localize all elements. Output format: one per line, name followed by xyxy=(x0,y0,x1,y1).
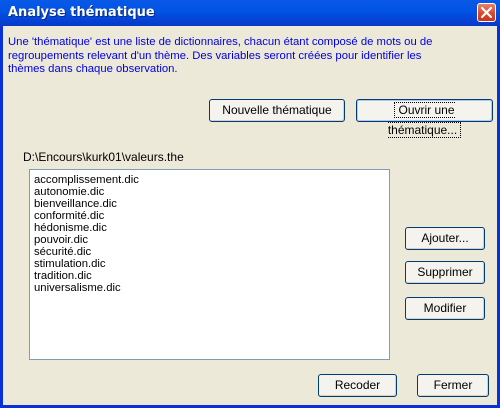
new-theme-button-label: Nouvelle thématique xyxy=(222,103,332,117)
recode-button[interactable]: Recoder xyxy=(318,374,397,397)
delete-button-label: Supprimer xyxy=(417,265,473,279)
list-item[interactable]: accomplissement.dic xyxy=(34,174,139,186)
file-path-label: D:\Encours\kurk01\valeurs.the xyxy=(23,150,184,164)
recode-button-label: Recoder xyxy=(334,378,381,392)
list-item[interactable]: conformité.dic xyxy=(34,210,104,222)
window-title: Analyse thématique xyxy=(8,5,155,20)
close-icon xyxy=(481,7,492,18)
add-button[interactable]: Ajouter... xyxy=(405,227,485,250)
list-item[interactable]: bienveillance.dic xyxy=(34,198,117,210)
open-theme-button-label: Ouvrir une thématique... xyxy=(387,102,462,138)
list-item[interactable]: autonomie.dic xyxy=(34,186,104,198)
open-theme-button[interactable]: Ouvrir une thématique... xyxy=(356,99,493,138)
delete-button[interactable]: Supprimer xyxy=(405,261,485,284)
dictionary-listbox[interactable]: accomplissement.dic autonomie.dic bienve… xyxy=(29,169,390,360)
add-button-label: Ajouter... xyxy=(421,231,469,245)
list-item[interactable]: pouvoir.dic xyxy=(34,234,88,246)
description-text: Une 'thématique' est une liste de dictio… xyxy=(8,36,488,77)
title-bar[interactable]: Analyse thématique xyxy=(0,0,500,26)
list-item[interactable]: tradition.dic xyxy=(34,270,92,282)
description-line: Une 'thématique' est une liste de dictio… xyxy=(8,36,433,48)
list-item[interactable]: hédonisme.dic xyxy=(34,222,107,234)
new-theme-button[interactable]: Nouvelle thématique xyxy=(209,99,345,122)
modify-button-label: Modifier xyxy=(423,301,467,315)
modify-button[interactable]: Modifier xyxy=(405,297,485,320)
close-button-label: Fermer xyxy=(433,378,473,392)
list-item[interactable]: stimulation.dic xyxy=(34,258,106,270)
list-item[interactable]: universalisme.dic xyxy=(34,282,121,294)
analyse-thematique-dialog: Analyse thématique Une 'thématique' est … xyxy=(0,0,500,408)
description-line: thèmes dans chaque observation. xyxy=(8,63,178,75)
close-button[interactable]: Fermer xyxy=(417,374,489,397)
close-window-button[interactable] xyxy=(477,3,496,22)
list-item[interactable]: sécurité.dic xyxy=(34,246,91,258)
description-line: regroupements relevant d'un thème. Des v… xyxy=(8,49,422,62)
